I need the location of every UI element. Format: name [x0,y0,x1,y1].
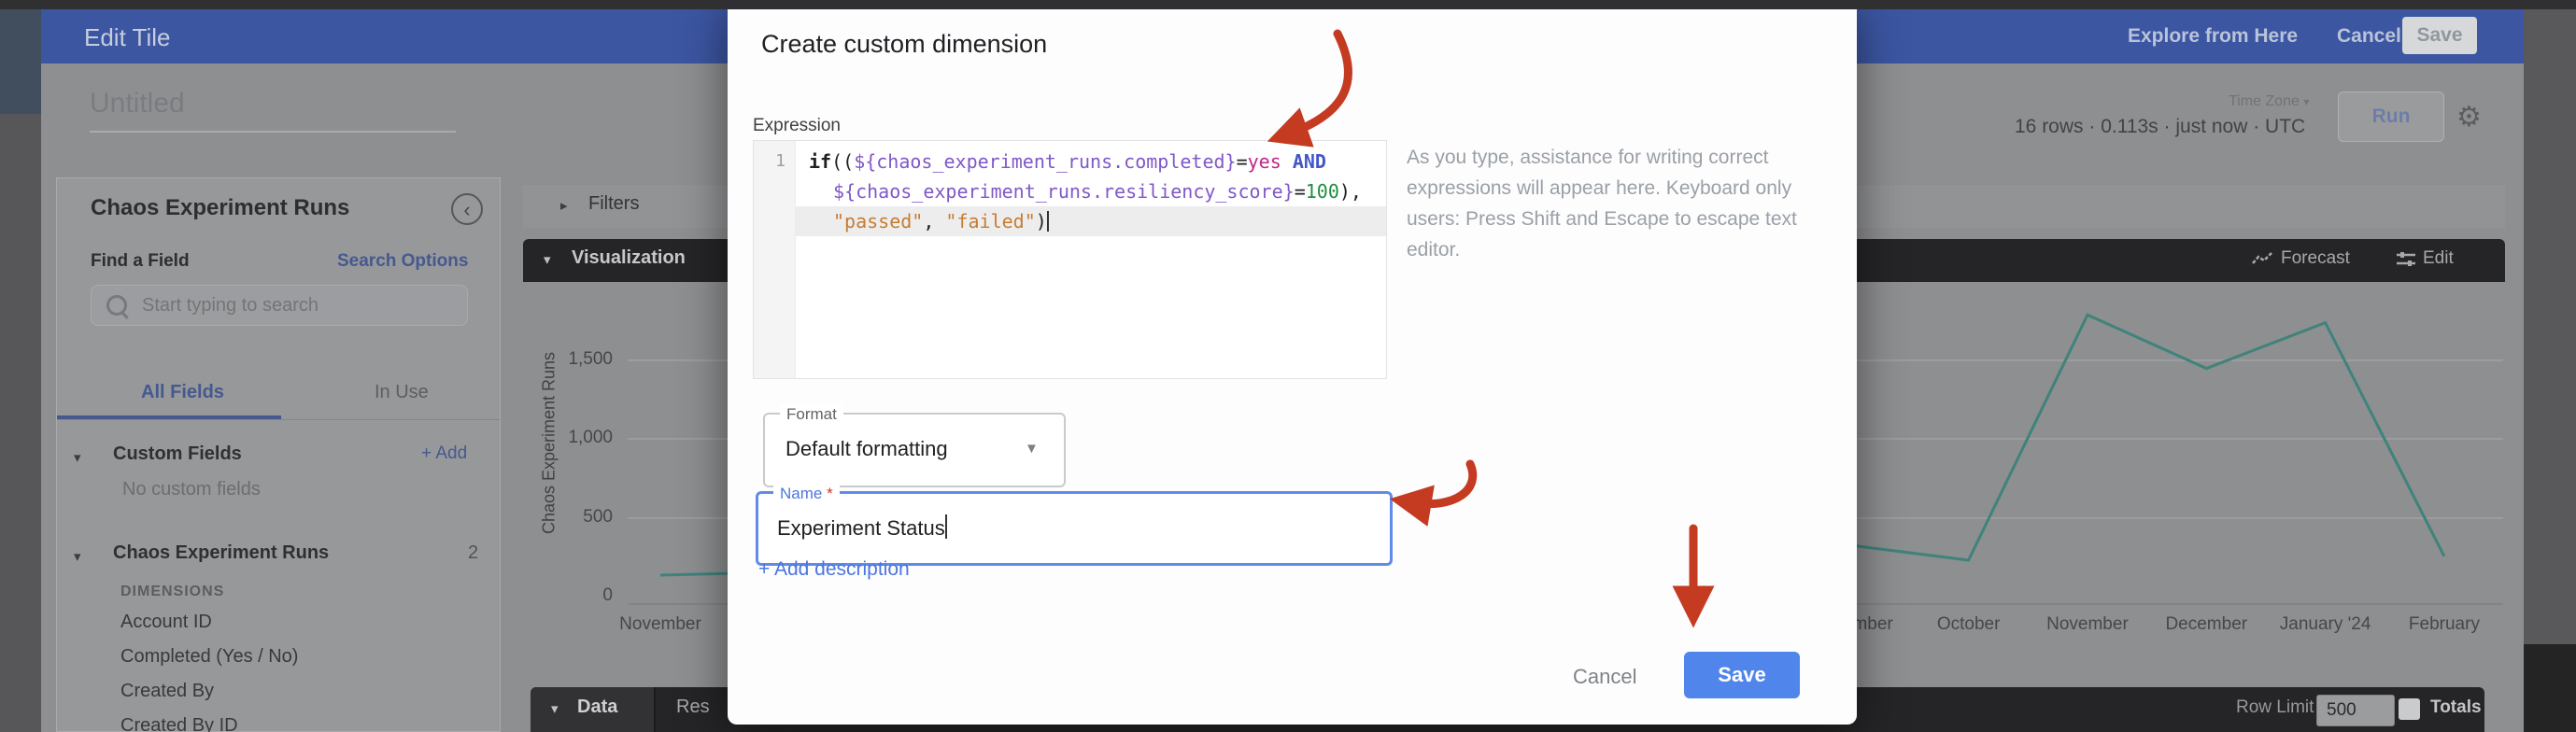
arrow-to-expression [1287,34,1349,134]
annotation-arrows [0,0,2576,732]
arrow-to-name-field [1410,464,1473,504]
screen: Edit Tile Explore from Here Cancel Save … [0,0,2576,732]
